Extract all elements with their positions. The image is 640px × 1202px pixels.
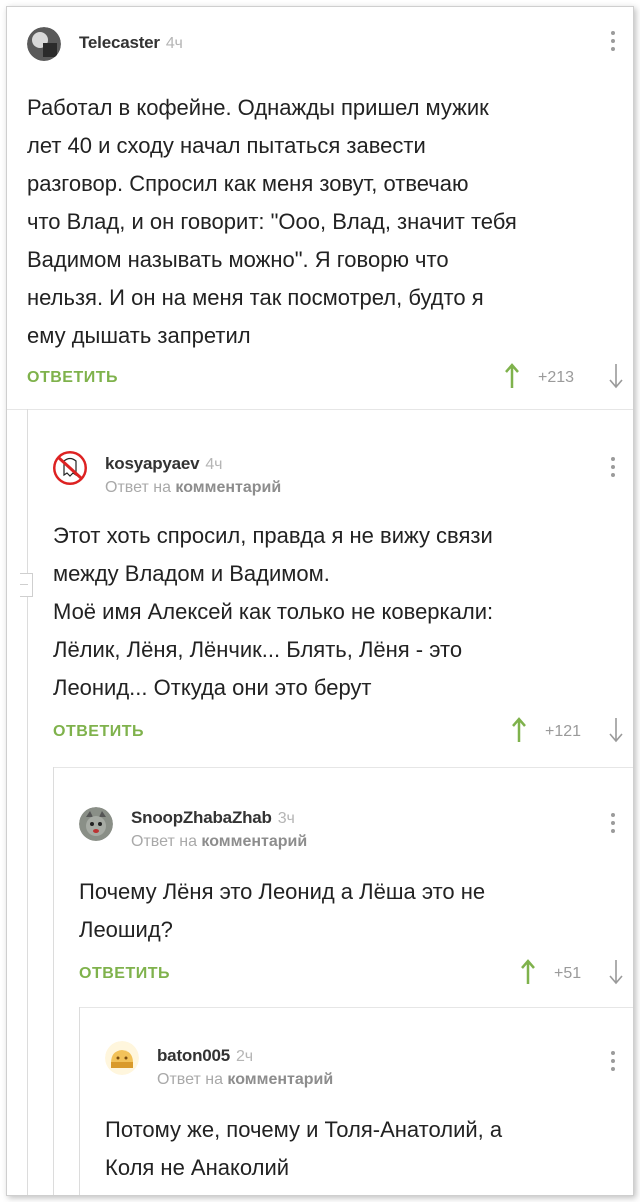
text-line: что Влад, и он говорит: "Ооо, Влад, знач… — [27, 209, 517, 234]
username-text[interactable]: kosyapyaev — [105, 454, 200, 473]
username[interactable]: SnoopZhabaZhab 3ч — [131, 808, 295, 828]
ghostbusters-avatar-icon — [53, 451, 87, 485]
comments-panel: Telecaster 4ч Работал в кофейне. Однажды … — [6, 6, 634, 1196]
menu-dots-icon[interactable] — [609, 31, 617, 55]
reply-button[interactable]: ОТВЕТИТЬ — [53, 723, 144, 741]
user-avatar-icon — [27, 27, 61, 61]
rating: +213 — [538, 369, 575, 386]
arrow-down-icon[interactable] — [609, 363, 623, 389]
avatar[interactable] — [27, 27, 61, 61]
avatar[interactable] — [79, 807, 113, 841]
menu-dots-icon[interactable] — [609, 457, 617, 481]
reply-to-link[interactable]: комментарий — [175, 479, 281, 496]
reply-to-prefix: Ответ на — [105, 479, 171, 496]
reply-to-prefix: Ответ на — [157, 1071, 223, 1088]
arrow-down-icon[interactable] — [609, 717, 623, 743]
text-line: ему дышать запретил — [27, 323, 251, 348]
text-line: Лёлик, Лёня, Лёнчик... Блять, Лёня - это — [53, 637, 463, 662]
avatar[interactable] — [105, 1041, 139, 1075]
username[interactable]: kosyapyaev 4ч — [105, 454, 222, 474]
bread-avatar-icon — [105, 1041, 139, 1075]
username-text[interactable]: Telecaster — [79, 33, 160, 52]
arrow-up-icon[interactable] — [521, 959, 535, 985]
menu-dots-icon[interactable] — [609, 813, 617, 837]
text-line: Вадимом называть можно". Я говорю что — [27, 247, 449, 272]
comment-time: 4ч — [205, 456, 223, 473]
text-line: Этот хоть спросил, правда я не вижу связ… — [53, 523, 493, 548]
text-line: Почему Лёня это Леонид а Лёша это не — [79, 879, 486, 904]
arrow-up-icon[interactable] — [512, 717, 526, 743]
comment-text: Работал в кофейне. Однажды пришел мужик … — [27, 89, 617, 355]
text-line: Леонид... Откуда они это берут — [53, 675, 372, 700]
reply-button[interactable]: ОТВЕТИТЬ — [27, 369, 118, 387]
text-line: Потому же, почему и Толя-Анатолий, а — [105, 1117, 503, 1142]
divider — [7, 409, 633, 410]
comment-time: 4ч — [165, 35, 183, 52]
username-text[interactable]: baton005 — [157, 1046, 230, 1065]
divider — [53, 767, 633, 768]
comment-text: Почему Лёня это Леонид а Лёша это не Лео… — [79, 873, 619, 949]
reply-to: Ответ на комментарий — [157, 1071, 333, 1089]
divider — [79, 1007, 633, 1008]
reply-to-link[interactable]: комментарий — [227, 1071, 333, 1088]
collapse-thread-toggle[interactable] — [20, 573, 33, 597]
reply-to-link[interactable]: комментарий — [201, 833, 307, 850]
text-line: Леошид? — [79, 917, 173, 942]
menu-dots-icon[interactable] — [609, 1051, 617, 1075]
text-line: лет 40 и сходу начал пытаться завести — [27, 133, 426, 158]
text-line: Коля не Анаколий — [105, 1155, 290, 1180]
comment-text: Потому же, почему и Толя-Анатолий, а Кол… — [105, 1111, 620, 1187]
reply-to-prefix: Ответ на — [131, 833, 197, 850]
rating: +121 — [545, 723, 582, 740]
reply-button[interactable]: ОТВЕТИТЬ — [79, 965, 170, 983]
username-text[interactable]: SnoopZhabaZhab — [131, 808, 272, 827]
thread-line — [79, 1007, 80, 1195]
text-line: Работал в кофейне. Однажды пришел мужик — [27, 95, 489, 120]
thread-line — [53, 767, 54, 1195]
text-line: между Владом и Вадимом. — [53, 561, 330, 586]
thread-line — [27, 409, 28, 1195]
comment-text: Этот хоть спросил, правда я не вижу связ… — [53, 517, 623, 707]
arrow-down-icon[interactable] — [609, 959, 623, 985]
text-line: Моё имя Алексей как только не коверкали: — [53, 599, 494, 624]
username[interactable]: Telecaster 4ч — [79, 33, 183, 53]
comment-time: 3ч — [277, 810, 295, 827]
text-line: нельзя. И он на меня так посмотрел, будт… — [27, 285, 484, 310]
avatar[interactable] — [53, 451, 87, 485]
text-line: разговор. Спросил как меня зовут, отвеча… — [27, 171, 469, 196]
cat-avatar-icon — [79, 807, 113, 841]
arrow-up-icon[interactable] — [505, 363, 519, 389]
comment-time: 2ч — [236, 1048, 253, 1065]
reply-to: Ответ на комментарий — [131, 833, 307, 851]
username[interactable]: baton005 2ч — [157, 1046, 253, 1066]
rating: +51 — [554, 965, 582, 982]
reply-to: Ответ на комментарий — [105, 479, 281, 497]
